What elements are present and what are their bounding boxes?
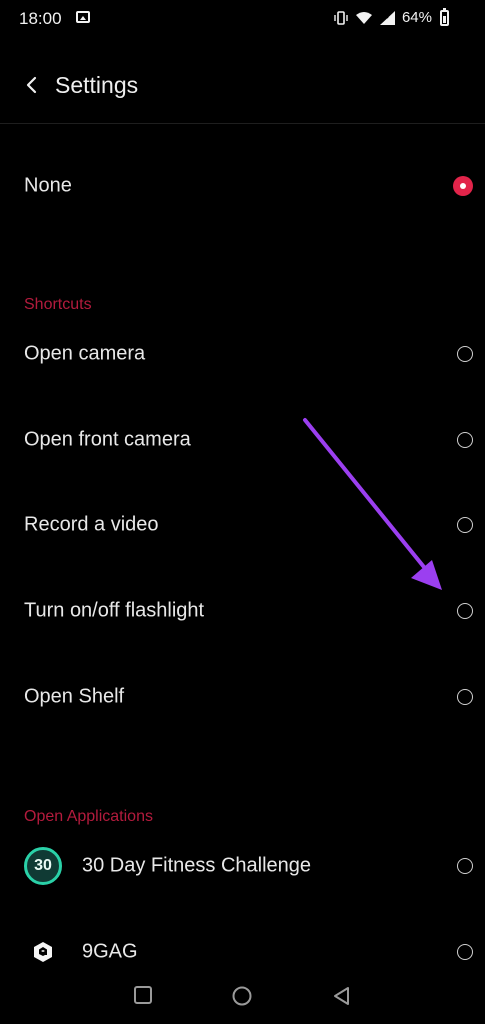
9gag-app-icon [24,933,62,971]
option-label: Record a video [24,513,159,536]
app-30-day-fitness[interactable]: 30 30 Day Fitness Challenge [0,836,485,896]
home-circle-icon[interactable] [231,985,253,1007]
option-label: Open camera [24,342,146,365]
shortcut-open-shelf[interactable]: Open Shelf [0,667,485,727]
shortcut-open-camera[interactable]: Open camera [0,324,485,384]
radio-icon[interactable] [457,944,473,960]
radio-icon[interactable] [457,689,473,705]
system-nav-bar [0,972,485,1024]
option-label: None [24,174,72,197]
option-label: Open front camera [24,428,191,451]
shortcut-record-video[interactable]: Record a video [0,495,485,555]
status-icons: 64% [333,8,449,27]
status-bar: 18:00 64% [0,0,485,38]
radio-icon[interactable] [457,603,473,619]
wifi-icon [355,12,372,24]
section-title-open-applications: Open Applications [24,808,153,825]
option-label: 30 Day Fitness Challenge [82,854,312,877]
option-label: Open Shelf [24,685,125,708]
radio-icon[interactable] [457,517,473,533]
recents-square-icon[interactable] [133,985,153,1005]
battery-percent: 64% [401,9,432,26]
signal-icon [379,11,395,25]
header-divider [0,123,485,124]
radio-icon[interactable] [457,858,473,874]
fitness-app-icon-text: 30 [34,857,52,874]
shortcut-open-front-camera[interactable]: Open front camera [0,410,485,470]
status-time: 18:00 [19,9,62,28]
fitness-app-icon: 30 [24,847,62,885]
back-triangle-icon[interactable] [331,985,353,1007]
vibrate-icon [334,11,348,25]
app-bar: Settings [0,60,485,110]
section-title-shortcuts: Shortcuts [24,296,92,313]
gallery-notification-icon [76,11,90,23]
battery-icon [440,8,449,26]
option-label: 9GAG [82,940,138,963]
shortcut-flashlight[interactable]: Turn on/off flashlight [0,581,485,641]
back-arrow-icon[interactable] [22,73,42,97]
option-none[interactable]: None [0,156,485,216]
radio-icon[interactable] [457,432,473,448]
radio-icon[interactable] [457,346,473,362]
option-label: Turn on/off flashlight [24,599,205,622]
radio-selected-icon[interactable] [453,176,473,196]
page-title: Settings [55,72,139,98]
